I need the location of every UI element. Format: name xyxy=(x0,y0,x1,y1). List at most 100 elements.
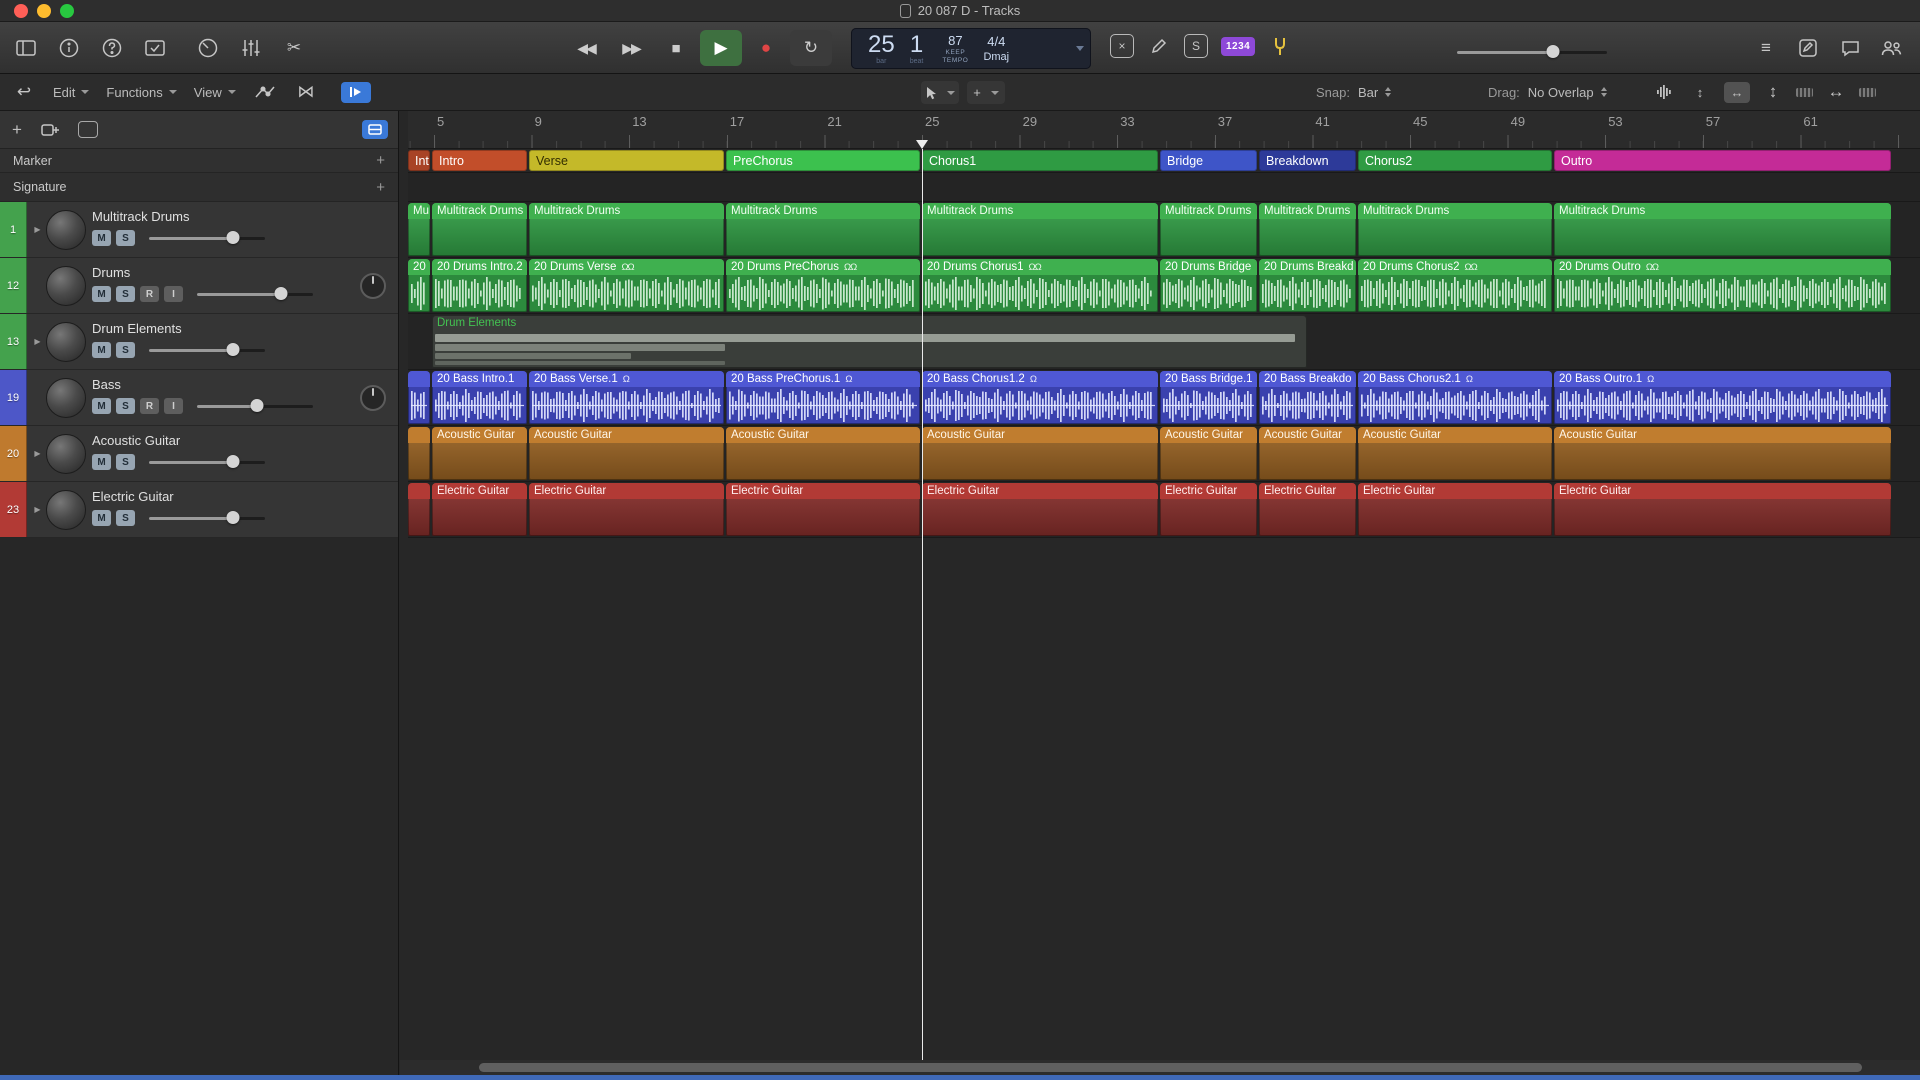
stop-button[interactable]: ■ xyxy=(655,30,697,66)
automation-icon[interactable] xyxy=(253,80,277,104)
volume-slider[interactable] xyxy=(197,287,313,301)
track-lane-acoustic-guitar[interactable]: Acoustic GuitarAcoustic GuitarAcoustic G… xyxy=(408,426,1920,482)
record-enable-button[interactable]: R xyxy=(140,286,159,302)
region[interactable]: Acoustic Guitar xyxy=(1160,427,1257,480)
region[interactable]: 20 Bass Chorus2.1Ω xyxy=(1358,371,1552,424)
region[interactable] xyxy=(408,371,430,424)
disclosure-triangle-icon[interactable]: ▶ xyxy=(30,314,45,369)
metronome-icon[interactable] xyxy=(1268,34,1292,58)
add-track-button[interactable]: + xyxy=(12,120,22,140)
mute-button[interactable]: M xyxy=(92,454,111,470)
arrangement-marker[interactable]: Outro xyxy=(1554,150,1891,171)
region[interactable]: Multitrack Drums xyxy=(1259,203,1356,256)
vertical-zoom-icon[interactable]: ↕ xyxy=(1761,80,1785,104)
mute-button[interactable]: M xyxy=(92,230,111,246)
arrangement-marker[interactable]: Breakdown xyxy=(1259,150,1356,171)
track-header[interactable]: 12 ▶ Drums MSRI xyxy=(0,258,398,314)
arrangement-marker[interactable]: Verse xyxy=(529,150,724,171)
arrangement-marker[interactable]: Bridge xyxy=(1160,150,1257,171)
lcd-signature[interactable]: 4/4 Dmaj xyxy=(983,34,1009,63)
volume-knob[interactable] xyxy=(226,455,239,468)
record-button[interactable]: ● xyxy=(745,30,787,66)
arrangement-marker[interactable]: Int xyxy=(408,150,430,171)
region[interactable]: Multitrack Drums xyxy=(922,203,1158,256)
region[interactable] xyxy=(408,427,430,480)
volume-knob[interactable] xyxy=(274,287,287,300)
region[interactable]: 20 Drums Intro.2 xyxy=(432,259,527,312)
track-icon-bass[interactable] xyxy=(46,378,86,418)
track-name[interactable]: Multitrack Drums xyxy=(92,209,398,224)
crossfade-icon[interactable]: ⋈ xyxy=(294,80,318,104)
volume-knob[interactable] xyxy=(1547,45,1560,58)
pan-knob[interactable] xyxy=(360,385,386,411)
track-lane-electric-guitar[interactable]: Electric GuitarElectric GuitarElectric G… xyxy=(408,482,1920,538)
region[interactable]: 20 Bass Bridge.1 xyxy=(1160,371,1257,424)
region[interactable]: Multitrack Drums xyxy=(1554,203,1891,256)
low-latency-pencil-icon[interactable] xyxy=(1147,34,1171,58)
chat-icon[interactable] xyxy=(1838,36,1862,60)
track-name[interactable]: Drums xyxy=(92,265,398,280)
menu-functions[interactable]: Functions xyxy=(106,85,176,100)
snap-control[interactable]: Snap: Bar xyxy=(1316,74,1391,110)
horizontal-scrollbar[interactable] xyxy=(479,1063,1862,1072)
region[interactable]: Acoustic Guitar xyxy=(726,427,920,480)
solo-button[interactable]: S xyxy=(116,230,135,246)
ruler[interactable]: 5913172125293337414549535761 xyxy=(408,111,1920,149)
horizontal-zoom-icon[interactable]: ↔ xyxy=(1824,80,1848,104)
track-header[interactable]: 20 ▶ Acoustic Guitar MS xyxy=(0,426,398,482)
volume-knob[interactable] xyxy=(226,231,239,244)
volume-slider[interactable] xyxy=(149,455,265,469)
region[interactable]: 20 Drums Bridge xyxy=(1160,259,1257,312)
region[interactable]: Electric Guitar xyxy=(1358,483,1552,536)
region[interactable]: Multitrack Drums xyxy=(1358,203,1552,256)
track-icon-drums[interactable] xyxy=(46,266,86,306)
drag-popup[interactable]: No Overlap xyxy=(1528,85,1607,100)
track-header[interactable]: 23 ▶ Electric Guitar MS xyxy=(0,482,398,538)
region[interactable]: Acoustic Guitar xyxy=(1554,427,1891,480)
track-name[interactable]: Electric Guitar xyxy=(92,489,398,504)
region[interactable]: Acoustic Guitar xyxy=(1358,427,1552,480)
region[interactable]: 20 Drums Breakd xyxy=(1259,259,1356,312)
command-click-tool-menu[interactable]: + xyxy=(967,81,1005,104)
track-lane-multitrack-drums[interactable]: MuMultitrack DrumsMultitrack DrumsMultit… xyxy=(408,202,1920,258)
inspector-icon[interactable] xyxy=(57,36,81,60)
region[interactable]: 20 Drums VerseΩΩ xyxy=(529,259,724,312)
cycle-button[interactable]: ↻ xyxy=(790,30,832,66)
track-header[interactable]: 19 ▶ Bass MSRI xyxy=(0,370,398,426)
solo-button[interactable]: S xyxy=(116,510,135,526)
region[interactable]: Electric Guitar xyxy=(1259,483,1356,536)
track-icon-drum-elements[interactable] xyxy=(46,322,86,362)
duplicate-track-button[interactable] xyxy=(38,118,62,142)
mute-button[interactable]: M xyxy=(92,398,111,414)
left-click-tool-menu[interactable] xyxy=(921,81,959,104)
snap-popup[interactable]: Bar xyxy=(1358,85,1391,100)
add-signature-button[interactable]: + xyxy=(376,179,385,196)
drag-control[interactable]: Drag: No Overlap xyxy=(1488,74,1607,110)
editors-icon[interactable]: ✂ xyxy=(282,36,306,60)
track-icon-drums[interactable] xyxy=(46,210,86,250)
pan-knob[interactable] xyxy=(360,273,386,299)
region[interactable]: Multitrack Drums xyxy=(1160,203,1257,256)
playhead-marker[interactable] xyxy=(916,140,928,149)
list-editors-icon[interactable]: ≡ xyxy=(1754,36,1778,60)
playhead[interactable] xyxy=(922,149,923,1060)
track-header[interactable]: 1 ▶ Multitrack Drums MS xyxy=(0,202,398,258)
rewind-button[interactable]: ◀◀ xyxy=(565,30,607,66)
arrangement-marker[interactable]: Intro xyxy=(432,150,527,171)
track-name[interactable]: Bass xyxy=(92,377,398,392)
mute-button[interactable]: M xyxy=(92,286,111,302)
region[interactable]: Multitrack Drums xyxy=(529,203,724,256)
input-monitoring-button[interactable]: I xyxy=(164,398,183,414)
region[interactable]: 20 Drums OutroΩΩ xyxy=(1554,259,1891,312)
count-in-button[interactable]: 1234 xyxy=(1221,37,1255,56)
play-button[interactable]: ▶ xyxy=(700,30,742,66)
titlebar[interactable]: 20 087 D - Tracks xyxy=(0,0,1920,22)
vertical-auto-zoom-button[interactable]: ↕ xyxy=(1687,82,1713,103)
region[interactable]: Electric Guitar xyxy=(432,483,527,536)
solo-button[interactable]: S xyxy=(116,286,135,302)
region[interactable]: 20 Bass Verse.1Ω xyxy=(529,371,724,424)
replace-mode-icon[interactable]: × xyxy=(1110,34,1134,58)
smart-controls-icon[interactable] xyxy=(196,36,220,60)
lcd-display[interactable]: 25bar 1beat 87 KEEP TEMPO 4/4 Dmaj xyxy=(851,28,1091,69)
quick-help-icon[interactable] xyxy=(100,36,124,60)
